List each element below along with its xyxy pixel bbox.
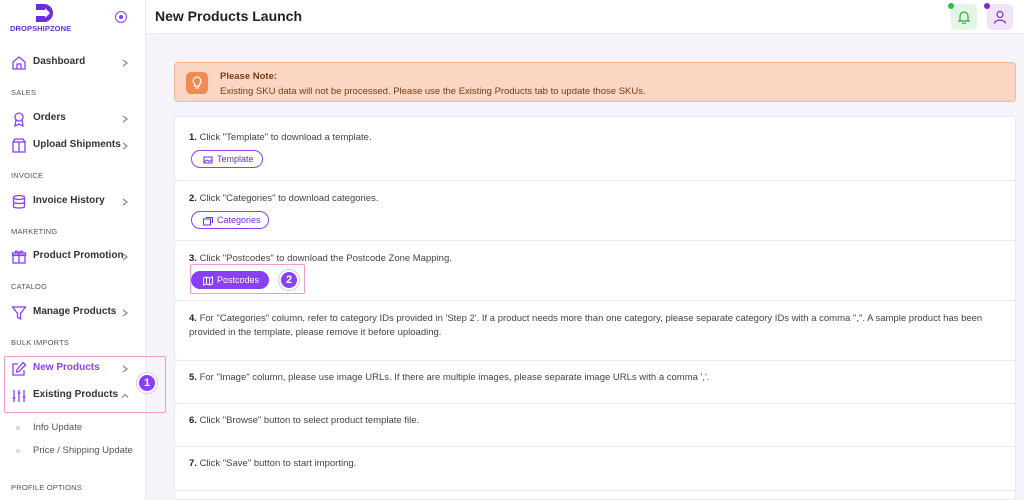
top-header: New Products Launch [146, 0, 1024, 34]
step-number: 5. [189, 372, 197, 383]
chevron-right-icon [122, 115, 128, 123]
callout-badge-2: 2 [279, 270, 299, 290]
step-text: 4. For "Categories" column, refer to cat… [189, 312, 1004, 340]
sidebar-toggle-icon[interactable] [115, 11, 127, 23]
step-text: 5. For "Image" column, please use image … [189, 371, 1004, 385]
chevron-right-icon [122, 309, 128, 317]
section-label-profile-options: PROFILE OPTIONS [11, 483, 82, 492]
step-text: 1. Click "Template" to download a templa… [189, 131, 1004, 145]
award-icon [14, 112, 24, 127]
step-text: 7. Click "Save" button to start importin… [189, 457, 1004, 471]
step-number: 6. [189, 415, 197, 426]
page-title: New Products Launch [155, 8, 303, 24]
images-icon [203, 217, 213, 226]
template-download-button[interactable]: Template [191, 150, 263, 168]
step-7: 7. Click "Save" button to start importin… [175, 447, 1015, 491]
sidebar-item-invoice-history[interactable]: Invoice History [0, 189, 145, 215]
sidebar-item-label: Upload Shipments [33, 139, 121, 150]
notifications-button[interactable] [951, 4, 977, 30]
chevron-right-icon [122, 253, 128, 261]
step-instruction: Click "Save" button to start importing. [199, 458, 357, 469]
user-profile-button[interactable] [987, 4, 1013, 30]
sidebar-item-label: Dashboard [33, 56, 86, 67]
sidebar-item-label: Invoice History [33, 195, 105, 206]
step-number: 2. [189, 193, 197, 204]
sidebar-item-orders[interactable]: Orders [0, 106, 145, 132]
step-number: 3. [189, 253, 197, 264]
chevron-right-icon [122, 142, 128, 150]
step-instruction: Click "Postcodes" to download the Postco… [199, 253, 452, 264]
sidebar-item-label: Orders [33, 112, 66, 123]
sidebar-subitem-info-update[interactable]: Info Update [0, 419, 145, 437]
sidebar-subitem-label: Price / Shipping Update [33, 445, 133, 456]
step-instruction: Click "Template" to download a template. [199, 132, 372, 143]
step-number: 4. [189, 313, 197, 324]
gift-icon [11, 250, 27, 264]
step-instruction: For "Categories" column, refer to catego… [189, 313, 983, 338]
section-label-catalog: CATALOG [11, 282, 48, 291]
section-label-marketing: MARKETING [11, 227, 58, 236]
user-status-dot [984, 3, 990, 9]
brand-name: DROPSHIPZONE [10, 24, 72, 33]
sidebar-subitem-label: Info Update [33, 422, 83, 433]
home-icon [12, 56, 26, 70]
bell-icon [957, 11, 971, 24]
brand-logo[interactable]: DROPSHIPZONE [10, 2, 76, 36]
lightbulb-icon [186, 72, 208, 94]
section-label-sales: SALES [11, 88, 37, 97]
step-instruction: For "Image" column, please use image URL… [199, 372, 710, 383]
sidebar-item-manage-products[interactable]: Manage Products [0, 300, 145, 326]
step-text: 6. Click "Browse" button to select produ… [189, 414, 1004, 428]
step-4: 4. For "Categories" column, refer to cat… [175, 301, 1015, 361]
step-text: 3. Click "Postcodes" to download the Pos… [189, 252, 1004, 266]
sidebar-subitem-price-shipping-update[interactable]: Price / Shipping Update [0, 442, 145, 460]
step-6: 6. Click "Browse" button to select produ… [175, 404, 1015, 447]
image-icon [203, 156, 213, 164]
logo-icon [36, 4, 53, 22]
callout-badge-1: 1 [137, 373, 157, 393]
categories-download-button[interactable]: Categories [191, 211, 269, 229]
button-label: Template [217, 154, 254, 164]
database-icon [12, 194, 26, 209]
step-2: 2. Click "Categories" to download catego… [175, 181, 1015, 241]
sidebar: DROPSHIPZONE Dashboard SALES Orders Uplo… [0, 0, 146, 500]
step-number: 7. [189, 458, 197, 469]
box-icon [12, 138, 26, 153]
bullet-icon [16, 449, 20, 453]
chevron-right-icon [122, 198, 128, 206]
button-label: Categories [217, 215, 261, 225]
notice-banner: Please Note: Existing SKU data will not … [174, 62, 1016, 102]
sidebar-item-label: Manage Products [33, 306, 117, 317]
bullet-icon [16, 426, 20, 430]
step-number: 1. [189, 132, 197, 143]
import-steps-card: 1. Click "Template" to download a templa… [174, 116, 1016, 500]
user-icon [993, 10, 1007, 24]
chevron-right-icon [122, 59, 128, 67]
sidebar-item-upload-shipments[interactable]: Upload Shipments [0, 133, 145, 159]
section-label-invoice: INVOICE [11, 171, 44, 180]
step-5: 5. For "Image" column, please use image … [175, 361, 1015, 404]
notice-title: Please Note: [220, 71, 278, 82]
step-instruction: Click "Browse" button to select product … [199, 415, 420, 426]
notice-text: Existing SKU data will not be processed.… [220, 86, 646, 97]
sidebar-item-product-promotion[interactable]: Product Promotion [0, 244, 145, 270]
notification-status-dot [948, 3, 954, 9]
step-1: 1. Click "Template" to download a templa… [175, 117, 1015, 181]
section-label-bulk-imports: BULK IMPORTS [11, 338, 70, 347]
step-instruction: Click "Categories" to download categorie… [199, 193, 379, 204]
step-text: 2. Click "Categories" to download catego… [189, 192, 1004, 206]
filter-icon [11, 306, 27, 321]
sidebar-item-label: Product Promotion [33, 250, 124, 261]
sidebar-item-dashboard[interactable]: Dashboard [0, 50, 145, 76]
